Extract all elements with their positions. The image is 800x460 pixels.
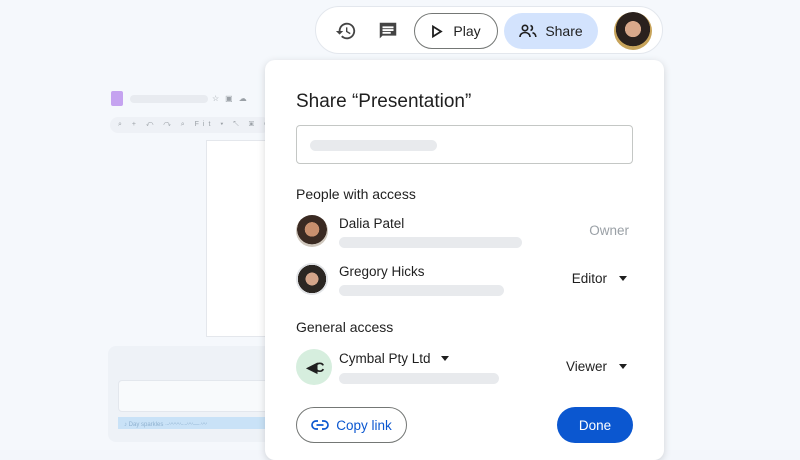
- title-icons: ☆▣☁: [212, 94, 253, 103]
- person-name: Dalia Patel: [339, 216, 405, 231]
- add-people-input[interactable]: [296, 125, 633, 164]
- share-dialog: Share “Presentation” People with access …: [265, 60, 664, 460]
- viewer-role-dropdown[interactable]: Viewer: [566, 359, 627, 374]
- caret-down-icon: [619, 364, 627, 369]
- dialog-title: Share “Presentation”: [296, 91, 472, 112]
- account-avatar[interactable]: [614, 12, 652, 50]
- avatar-gregory: [296, 263, 328, 295]
- cymbal-logo-icon: ◀C: [296, 349, 332, 385]
- people-icon: [519, 24, 537, 38]
- done-button[interactable]: Done: [557, 407, 633, 443]
- audio-track: ♪ Day sparkles ·-〰〰-·-〰---·〰: [118, 417, 278, 429]
- notes-input: [118, 380, 278, 412]
- role-label: Editor: [571, 271, 607, 286]
- history-icon: [335, 22, 356, 40]
- org-access-dropdown[interactable]: Cymbal Pty Ltd: [339, 351, 449, 366]
- play-label: Play: [453, 23, 481, 39]
- play-icon: [432, 24, 444, 38]
- input-placeholder: [310, 140, 437, 151]
- role-label: Owner: [589, 223, 629, 238]
- copy-link-button[interactable]: Copy link: [296, 407, 407, 443]
- people-heading: People with access: [296, 186, 416, 202]
- role-label: Viewer: [565, 359, 607, 374]
- top-action-bar: Play Share: [315, 6, 663, 54]
- email-placeholder: [339, 237, 522, 248]
- access-description-placeholder: [339, 373, 499, 384]
- avatar-dalia: [296, 215, 328, 247]
- slides-logo-icon: [111, 91, 123, 106]
- share-button[interactable]: Share: [504, 13, 598, 49]
- editor-toolbar: ⌕ + ↶ ↷ ⌕ Fit ▾ ↖ ▣ ⚲: [110, 117, 270, 133]
- person-name: Gregory Hicks: [339, 264, 425, 279]
- comment-icon: [379, 22, 397, 39]
- link-icon: [311, 420, 330, 430]
- audio-caption: Day sparkles: [128, 422, 164, 428]
- org-name: Cymbal Pty Ltd: [339, 351, 431, 366]
- caret-down-icon: [619, 276, 627, 281]
- email-placeholder: [339, 285, 504, 296]
- editor-role-dropdown[interactable]: Editor: [572, 271, 627, 286]
- owner-role: Owner: [589, 223, 629, 238]
- copy-link-label: Copy link: [336, 417, 392, 433]
- document-title-placeholder: [130, 95, 208, 103]
- play-button[interactable]: Play: [414, 13, 498, 49]
- version-history-button[interactable]: [332, 17, 360, 45]
- done-label: Done: [578, 417, 612, 433]
- share-label: Share: [545, 23, 583, 39]
- general-access-heading: General access: [296, 319, 394, 335]
- comments-button[interactable]: [374, 17, 402, 45]
- caret-down-icon: [440, 356, 449, 361]
